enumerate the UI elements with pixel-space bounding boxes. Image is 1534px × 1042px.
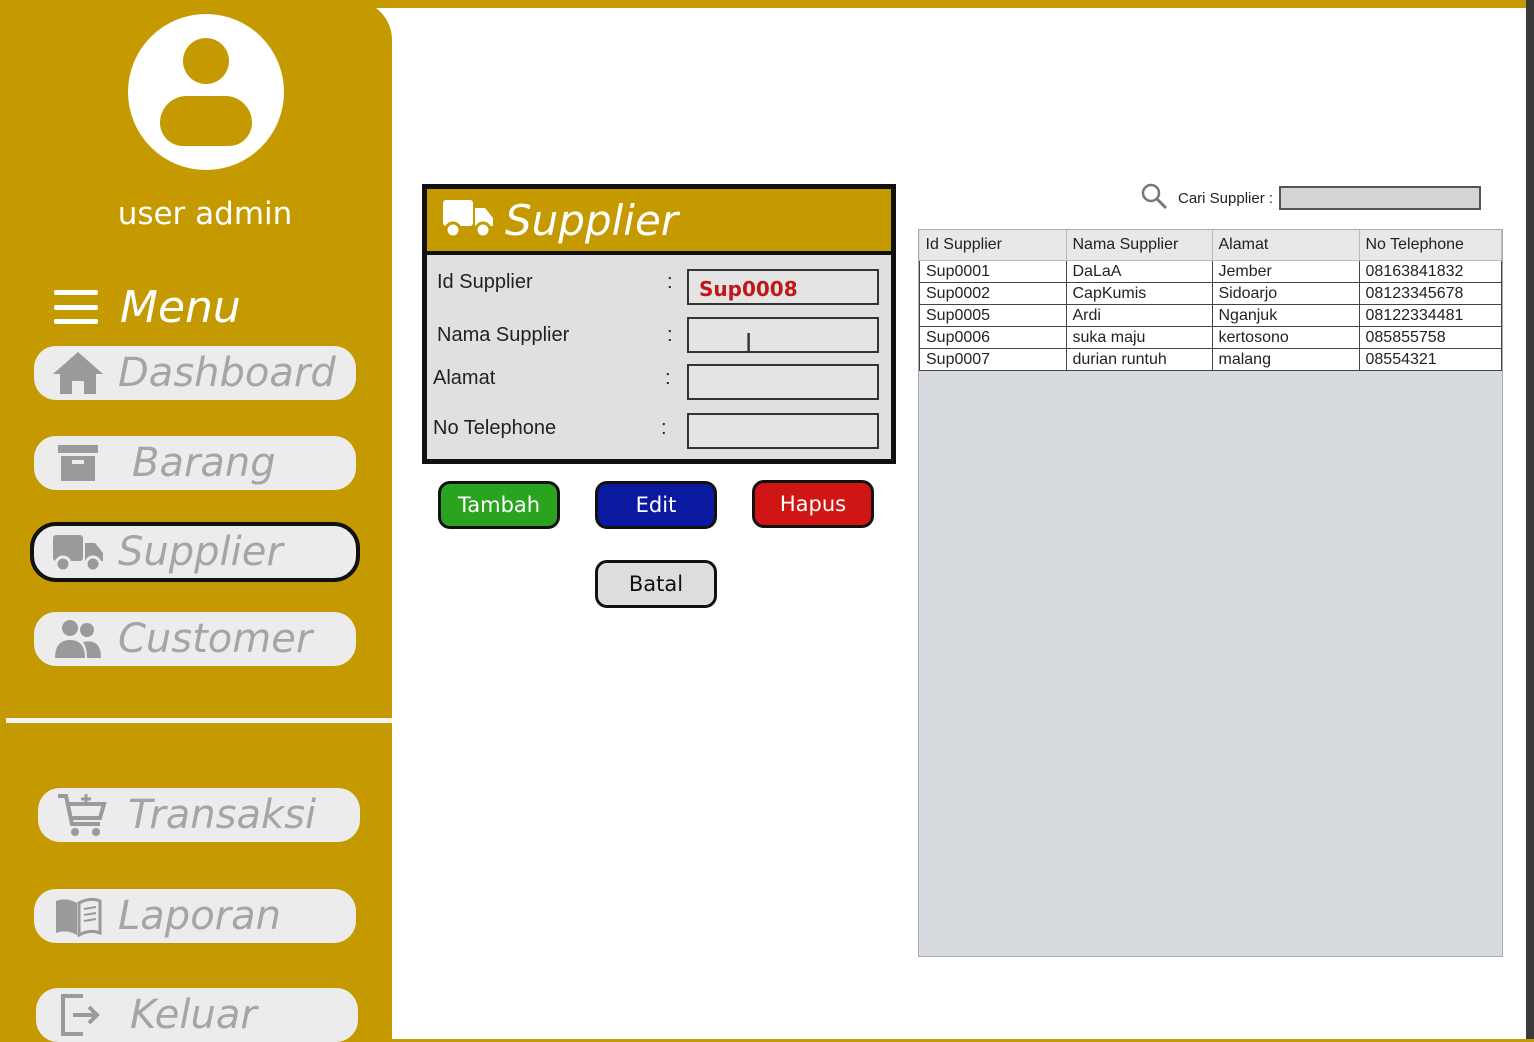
table-row[interactable]: Sup0005 Ardi Nganjuk 08122334481 [919,304,1502,327]
sidebar-divider [6,718,392,723]
cart-icon [54,793,110,837]
nav-keluar-label: Keluar [130,992,257,1038]
search-label: Cari Supplier : [1178,189,1274,207]
hapus-button[interactable]: Hapus [752,480,874,528]
table-cell: 08163841832 [1358,260,1502,283]
table-cell: Ardi [1065,304,1213,327]
nav-laporan-button[interactable]: Laporan [34,889,356,943]
nama-supplier-label: Nama Supplier [437,324,570,346]
search-input[interactable] [1279,186,1482,210]
home-icon [50,351,106,395]
supplier-table: Id Supplier Nama Supplier Alamat No Tele… [918,229,1503,957]
table-cell: Nganjuk [1211,304,1360,327]
user-avatar-icon [128,14,284,170]
table-cell: 08554321 [1358,348,1502,371]
alamat-label: Alamat [433,367,496,389]
table-cell: kertosono [1211,326,1360,349]
table-cell: Jember [1211,260,1360,283]
nav-transaksi-button[interactable]: Transaksi [38,788,360,842]
window-edge [1526,0,1534,1039]
nav-dashboard-button[interactable]: Dashboard [34,346,356,400]
colon: : [665,367,671,389]
alamat-field[interactable] [687,364,879,400]
sidebar: user admin Menu Dashboard Barang Supplie… [0,0,392,1042]
table-cell: durian runtuh [1065,348,1213,371]
table-cell: Sidoarjo [1211,282,1360,305]
colon: : [667,324,673,346]
table-cell: Sup0006 [919,326,1067,349]
nav-keluar-button[interactable]: Keluar [36,988,358,1042]
box-icon [50,441,106,485]
nav-barang-label: Barang [132,440,276,486]
nama-supplier-field[interactable] [687,317,879,353]
table-cell: Sup0002 [919,282,1067,305]
column-header[interactable]: Alamat [1212,230,1360,261]
users-icon [50,617,106,661]
truck-icon [50,530,106,574]
nav-barang-button[interactable]: Barang [34,436,356,490]
nav-customer-button[interactable]: Customer [34,612,356,666]
supplier-form-panel: Supplier Id Supplier : Sup0008 Nama Supp… [422,184,896,464]
nav-laporan-label: Laporan [118,893,281,939]
truck-icon [441,196,495,245]
table-cell: Sup0001 [919,260,1067,283]
nav-customer-label: Customer [118,616,313,662]
edit-button[interactable]: Edit [595,481,717,529]
logout-icon [52,993,108,1037]
form-header: Supplier [427,189,891,255]
table-header-row: Id Supplier Nama Supplier Alamat No Tele… [919,230,1502,261]
column-header[interactable]: Nama Supplier [1066,230,1213,261]
table-row[interactable]: Sup0007 durian runtuh malang 08554321 [919,348,1502,371]
book-icon [50,894,106,938]
column-header[interactable]: No Telephone [1359,230,1502,261]
text-cursor-icon: I [745,327,753,357]
table-cell: malang [1211,348,1360,371]
colon: : [661,417,667,439]
table-cell: Sup0005 [919,304,1067,327]
table-cell: 08123345678 [1358,282,1502,305]
id-supplier-label: Id Supplier [437,271,533,293]
search-icon[interactable] [1140,182,1168,215]
search-bar: Cari Supplier : [1140,182,1482,215]
column-header[interactable]: Id Supplier [919,230,1067,261]
nav-supplier-button[interactable]: Supplier [30,522,360,582]
table-row[interactable]: Sup0002 CapKumis Sidoarjo 08123345678 [919,282,1502,305]
table-cell: suka maju [1065,326,1213,349]
form-title: Supplier [505,195,679,245]
table-cell: 085855758 [1358,326,1502,349]
table-cell: DaLaA [1065,260,1213,283]
nav-supplier-label: Supplier [118,529,283,575]
menu-label: Menu [120,281,241,333]
hamburger-icon[interactable] [54,290,98,324]
no-telephone-label: No Telephone [433,417,557,439]
table-row[interactable]: Sup0001 DaLaA Jember 08163841832 [919,260,1502,283]
id-supplier-field[interactable]: Sup0008 [687,269,879,305]
menu-header: Menu [54,281,241,333]
nav-transaksi-label: Transaksi [128,792,317,838]
table-row[interactable]: Sup0006 suka maju kertosono 085855758 [919,326,1502,349]
table-cell: Sup0007 [919,348,1067,371]
batal-button[interactable]: Batal [595,560,717,608]
tambah-button[interactable]: Tambah [438,481,560,529]
user-name: user admin [117,196,293,232]
table-cell: CapKumis [1065,282,1213,305]
no-telephone-field[interactable] [687,413,879,449]
colon: : [667,271,673,293]
nav-dashboard-label: Dashboard [118,350,336,396]
table-cell: 08122334481 [1358,304,1502,327]
